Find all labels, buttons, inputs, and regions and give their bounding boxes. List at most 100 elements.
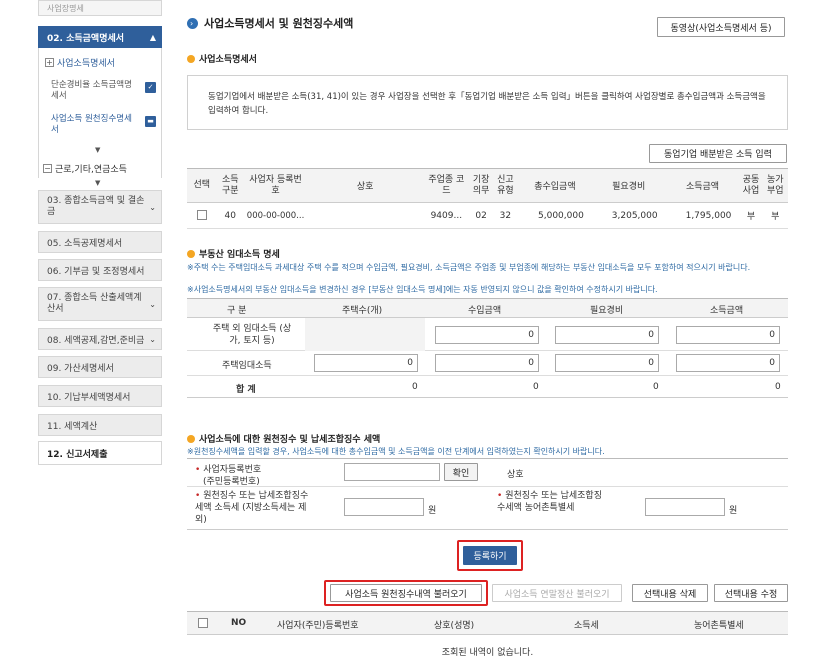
sidebar-sub-withhold[interactable]: 사업소득 원천징수명세서 bbox=[51, 114, 139, 136]
col-header: 주업종 코드 bbox=[423, 168, 470, 203]
load-yearend-button[interactable]: 사업소득 연말정산 불러오기 bbox=[492, 584, 622, 602]
unit-label: 원 bbox=[428, 506, 437, 516]
table-row[interactable]: 40 000-00-000... 9409... 02 32 5,000,000… bbox=[187, 202, 788, 229]
rural-tax-input[interactable] bbox=[645, 498, 725, 516]
col-header: 수입금액 bbox=[468, 306, 502, 316]
partner-income-button[interactable]: 동업기업 배분받은 소득 입력 bbox=[649, 144, 787, 163]
sidebar-item-09[interactable]: 09. 가산세명세서 bbox=[38, 356, 162, 378]
bullet-icon bbox=[187, 54, 195, 63]
rental-total-row bbox=[187, 376, 788, 398]
info-text: 동업기업에서 배분받은 소득(31, 41)이 있는 경우 사업장을 선택한 후… bbox=[208, 92, 766, 116]
col-header: 신고 유형 bbox=[492, 168, 519, 203]
rental-revenue-input[interactable]: 0 bbox=[435, 326, 539, 344]
register-button[interactable]: 등록하기 bbox=[463, 546, 517, 565]
rental-row-label: 주택 외 임대소득 (상가, 토지 등) bbox=[212, 324, 292, 346]
withholding-table-header: NO 사업자(주민)등록번호 상호(성명) 소득세 농어촌특별세 bbox=[187, 611, 788, 635]
cell-name bbox=[307, 202, 424, 229]
delete-selected-button[interactable]: 선택내용 삭제 bbox=[632, 584, 708, 602]
cell-revenue: 5,000,000 bbox=[518, 202, 592, 229]
col-header: 총수입금액 bbox=[518, 168, 592, 203]
chevron-down-icon: ▼ bbox=[95, 146, 101, 154]
checked-icon: ✓ bbox=[145, 82, 156, 93]
cell-income-type: 40 bbox=[216, 202, 244, 229]
arrow-circle-icon: › bbox=[187, 17, 198, 29]
col-header: 필요경비 bbox=[590, 306, 624, 316]
col-header: 소득금액 bbox=[710, 306, 744, 316]
business-table: 선택 소득 구분 사업자 등록번호 상호 주업종 코드 기장 의무 신고 유형 … bbox=[187, 168, 788, 229]
sidebar-item-11[interactable]: 11. 세액계산 bbox=[38, 414, 162, 436]
house-count-input[interactable]: 0 bbox=[314, 354, 418, 372]
col-header: 농가 부업 bbox=[762, 168, 788, 203]
sidebar-item-label: 12. 신고서제출 bbox=[47, 449, 108, 460]
sidebar-item-06[interactable]: 06. 기부금 및 조정명세서 bbox=[38, 259, 162, 281]
total-cell: 0 bbox=[653, 382, 659, 392]
sidebar-submenu: + 사업소득명세서 단순경비율 소득금액명세서 ✓ 사업소득 원천징수명세서 ▬… bbox=[38, 48, 162, 178]
edit-selected-button[interactable]: 선택내용 수정 bbox=[714, 584, 788, 602]
cell-report: 32 bbox=[492, 202, 519, 229]
total-cell: 0 bbox=[412, 382, 418, 392]
load-withholding-button[interactable]: 사업소득 원천징수내역 불러오기 bbox=[330, 584, 482, 602]
income-tax-input[interactable] bbox=[344, 498, 424, 516]
sidebar-item-07[interactable]: 07. 종합소득 산출세액계산서 ⌄ bbox=[38, 287, 162, 321]
col-header: 필요경비 bbox=[591, 168, 666, 203]
sidebar-item-label: 사업장명세 bbox=[47, 3, 84, 13]
sidebar-item-label: 02. 소득금액명세서 bbox=[47, 33, 125, 44]
confirm-button[interactable]: 확인 bbox=[444, 463, 478, 481]
col-header: 구 분 bbox=[227, 306, 247, 316]
tax-label: • 원천징수 또는 납세조합징수세액 소득세 (지방소득세는 제외) bbox=[195, 491, 309, 525]
house-income-input[interactable]: 0 bbox=[676, 354, 780, 372]
cell-bookkeep: 02 bbox=[469, 202, 493, 229]
sidebar-sub-simple[interactable]: 단순경비율 소득금액명세서 bbox=[51, 80, 137, 102]
house-revenue-input[interactable]: 0 bbox=[435, 354, 539, 372]
row-checkbox[interactable] bbox=[196, 210, 207, 221]
video-button[interactable]: 동영상(사업소득명세서 등) bbox=[657, 17, 785, 37]
disabled-cell bbox=[305, 318, 425, 351]
col-header: NO bbox=[231, 618, 247, 628]
rental-expense-input[interactable]: 0 bbox=[555, 326, 659, 344]
reg-number-input[interactable] bbox=[344, 463, 440, 481]
chevron-up-icon: ▲ bbox=[149, 32, 156, 42]
rental-income-input[interactable]: 0 bbox=[676, 326, 780, 344]
reg-sub-label: (주민등록번호) bbox=[203, 477, 260, 487]
rental-row-label: 합 계 bbox=[236, 385, 256, 395]
sidebar-item-08[interactable]: 08. 세액공제,감면,준비금 ⌄ bbox=[38, 328, 162, 350]
cell-joint: 부 bbox=[739, 202, 763, 229]
sidebar-item-label: 07. 종합소득 산출세액계산서 bbox=[47, 293, 142, 314]
sidebar-item-03[interactable]: 03. 종합소득금액 및 결손금 ⌄ bbox=[38, 190, 162, 224]
sidebar-item-label: 10. 기납부세액명세서 bbox=[47, 392, 131, 403]
cell-expense: 3,205,000 bbox=[591, 202, 666, 229]
bullet-icon bbox=[187, 249, 195, 258]
business-section-title: 사업소득명세서 bbox=[187, 52, 257, 65]
rental-section-title: 부동산 임대소득 명세 bbox=[187, 247, 280, 260]
cell-reg-no: 000-00-000... bbox=[243, 202, 308, 229]
col-header: 소득 구분 bbox=[216, 168, 244, 203]
cell-income: 1,795,000 bbox=[665, 202, 740, 229]
sidebar-sub-other[interactable]: − 근로,기타,연금소득 bbox=[43, 162, 127, 175]
cell-code: 9409... bbox=[423, 202, 470, 229]
withholding-section-title: 사업소득에 대한 원천징수 및 납세조합징수 세액 bbox=[187, 432, 380, 445]
sidebar-item-label: 05. 소득공제명세서 bbox=[47, 238, 123, 249]
sidebar-item-12[interactable]: 12. 신고서제출 bbox=[38, 441, 162, 465]
sidebar-item-05[interactable]: 05. 소득공제명세서 bbox=[38, 231, 162, 253]
rental-header: 구 분 주택수(개) 수입금액 필요경비 소득금액 bbox=[187, 298, 788, 318]
sidebar-item-label: 03. 종합소득금액 및 결손금 bbox=[47, 196, 145, 217]
house-expense-input[interactable]: 0 bbox=[555, 354, 659, 372]
col-header: 상호 bbox=[307, 168, 424, 203]
chevron-down-icon: ▼ bbox=[95, 179, 101, 187]
rural-label: • 원천징수 또는 납세조합징수세액 농어촌특별세 bbox=[497, 491, 602, 513]
total-cell: 0 bbox=[533, 382, 539, 392]
select-all-checkbox[interactable] bbox=[198, 618, 208, 628]
col-header: 소득세 bbox=[574, 621, 599, 631]
sidebar-item-label: 11. 세액계산 bbox=[47, 421, 98, 432]
chevron-down-icon: ⌄ bbox=[149, 334, 156, 344]
sidebar-item-label: 06. 기부금 및 조정명세서 bbox=[47, 266, 145, 277]
col-header: 농어촌특별세 bbox=[694, 621, 744, 631]
sidebar-sub-business[interactable]: + 사업소득명세서 bbox=[45, 56, 115, 69]
bullet-icon bbox=[187, 434, 195, 443]
col-header: 소득금액 bbox=[665, 168, 740, 203]
col-header: 사업자 등록번호 bbox=[243, 168, 308, 203]
sidebar-item-02[interactable]: 02. 소득금액명세서 ▲ bbox=[38, 26, 162, 48]
sidebar-item-top[interactable]: 사업장명세 bbox=[38, 0, 162, 16]
sidebar-item-10[interactable]: 10. 기납부세액명세서 bbox=[38, 385, 162, 407]
collapse-icon: − bbox=[43, 164, 52, 173]
